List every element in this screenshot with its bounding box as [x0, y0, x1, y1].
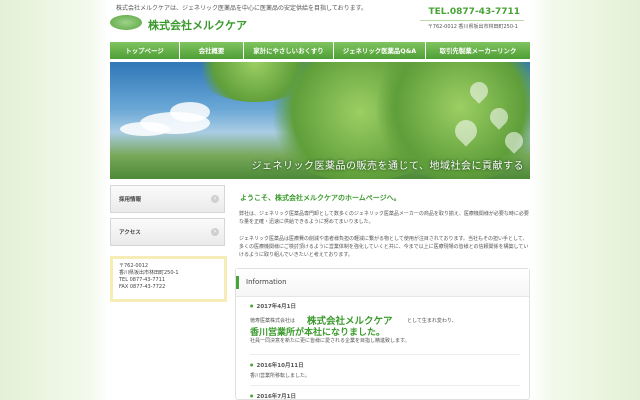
news-prefix: 徳寿医薬株式会社は	[250, 318, 296, 324]
news-suffix: として生まれ変わり、	[407, 318, 457, 324]
header-phone[interactable]: TEL.0877-43-7711	[428, 7, 520, 17]
chevron-right-icon: ›	[211, 195, 219, 203]
header-accent-bar	[236, 276, 239, 289]
news-note: 社員一同決意を新たに更に皆様に愛される企業を目指し精進致します。	[250, 338, 410, 344]
sidebar-item-label: 採用情報	[119, 197, 142, 203]
sidebar-item-label: アクセス	[119, 230, 141, 236]
news-date: 2016年7月1日	[250, 392, 296, 400]
sidebar-item-recruit[interactable]: 採用情報 ›	[110, 185, 225, 213]
chevron-right-icon: ›	[211, 228, 219, 236]
news-divider	[250, 354, 520, 355]
information-panel: Information 2017年4月1日 徳寿医薬株式会社は 株式会社メルクケ…	[235, 268, 530, 400]
news-divider	[250, 385, 520, 386]
phone-underline	[420, 20, 524, 21]
information-header: Information	[236, 269, 529, 297]
hero-banner: ジェネリック医薬品の販売を通じて、地域社会に貢献する	[110, 62, 530, 179]
hero-slogan: ジェネリック医薬品の販売を通じて、地域社会に貢献する	[251, 161, 524, 172]
page-wrapper: 株式会社メルクケアは、ジェネリック医薬品を中心に医薬品の安定供給を目指しておりま…	[110, 0, 530, 400]
news-note: 香川営業所移転しました。	[250, 373, 311, 379]
nav-company[interactable]: 会社概要	[180, 42, 244, 59]
company-logo[interactable]	[110, 15, 142, 30]
hero-cloud	[170, 102, 210, 122]
site-tagline: 株式会社メルクケアは、ジェネリック医薬品を中心に医薬品の安定供給を目指しておりま…	[116, 5, 368, 12]
nav-affordable-medicine[interactable]: 家計にやさしいおくすり	[244, 42, 334, 59]
company-name[interactable]: 株式会社メルクケア	[148, 17, 247, 33]
nav-maker-links[interactable]: 取引先製薬メーカーリンク	[426, 42, 530, 59]
nav-generic-qa[interactable]: ジェネリック医薬品Q&A	[334, 42, 426, 59]
main-nav: トップページ 会社概要 家計にやさしいおくすり ジェネリック医薬品Q&A 取引先…	[110, 42, 530, 59]
sidebar-postal: 〒762-0012	[119, 263, 149, 269]
header-address: 〒762-0012 香川県坂出市林田町250-1	[427, 24, 518, 30]
sidebar-address: 香川県坂出市林田町250-1	[119, 270, 179, 276]
welcome-heading: ようこそ、株式会社メルクケアのホームページへ。	[240, 194, 401, 202]
nav-top[interactable]: トップページ	[110, 42, 180, 59]
hero-cloud	[120, 122, 170, 136]
sidebar-tel: TEL 0877-43-7711	[119, 277, 166, 283]
sidebar-address-box: 〒762-0012 香川県坂出市林田町250-1 TEL 0877-43-771…	[110, 256, 227, 302]
sidebar-item-access[interactable]: アクセス ›	[110, 218, 225, 246]
information-title: Information	[246, 278, 287, 286]
news-date: 2017年4月1日	[250, 302, 296, 310]
news-date: 2016年10月11日	[250, 361, 304, 369]
intro-paragraph: 弊社は、ジェネリック医薬品専門卸として数多くのジェネリック医薬品メーカーの商品を…	[239, 211, 529, 225]
generic-paragraph: ジェネリック医薬品は医療費の削減や患者様負担の軽減に繋がる物として使用が注目され…	[239, 236, 529, 258]
sidebar-fax: FAX 0877-43-7722	[119, 284, 166, 290]
